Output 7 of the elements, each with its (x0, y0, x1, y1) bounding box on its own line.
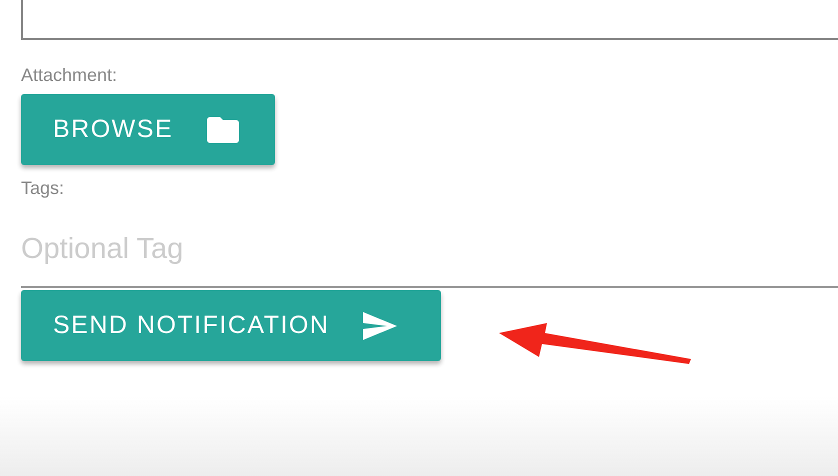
attachment-label: Attachment: (21, 64, 118, 86)
tags-label: Tags: (21, 177, 64, 199)
send-notification-button[interactable]: SEND NOTIFICATION (21, 290, 441, 361)
folder-icon (207, 116, 240, 142)
message-field[interactable] (21, 0, 838, 40)
send-icon (363, 312, 398, 340)
browse-button[interactable]: BROWSE (21, 94, 275, 165)
